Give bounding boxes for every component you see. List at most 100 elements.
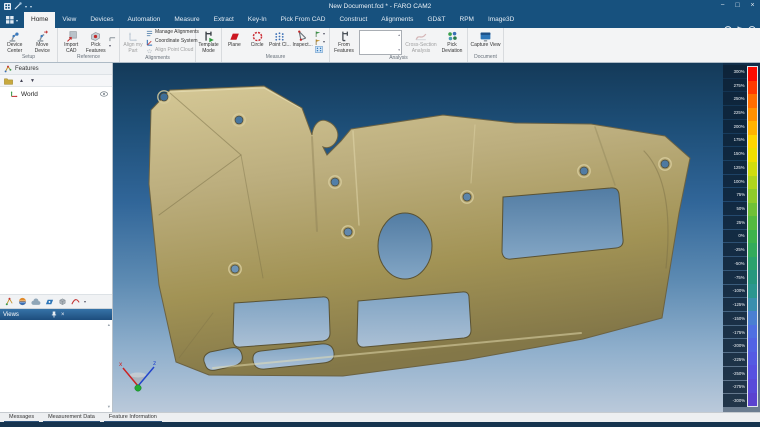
scale-label-row: 50%: [723, 202, 747, 215]
align-point-cloud-label: Align Point Cloud: [155, 48, 193, 54]
tab-measure[interactable]: Measure: [167, 12, 206, 28]
scale-label: 25%: [736, 220, 745, 225]
tab-view[interactable]: View: [55, 12, 83, 28]
scale-color-segment: [748, 94, 757, 108]
point-cloud-button[interactable]: Point Cl...: [269, 29, 292, 54]
scale-label-row: 125%: [723, 161, 747, 174]
views-close-icon[interactable]: ×: [61, 312, 109, 318]
bottom-tab-messages[interactable]: Messages: [3, 413, 40, 422]
part-model[interactable]: [113, 63, 760, 412]
capture-view-button[interactable]: Capture View: [469, 29, 502, 54]
scale-label-row: -225%: [723, 353, 747, 366]
ribbon-tabs: HomeViewDevicesAutomationMeasureExtractK…: [24, 12, 521, 28]
listbox-scroll-down[interactable]: ▾: [398, 48, 400, 52]
cloud-icon[interactable]: [31, 298, 41, 306]
align-point-cloud-button[interactable]: Align Point Cloud: [146, 47, 199, 55]
scale-label-row: 0%: [723, 230, 747, 243]
axis-origin-sphere: [135, 385, 141, 391]
scale-color-segment: [748, 243, 757, 257]
manage-alignments-icon: [146, 30, 153, 37]
measure-option-1-button[interactable]: ▾: [315, 30, 328, 37]
tab-extract[interactable]: Extract: [207, 12, 241, 28]
features-panel-title: Features: [15, 66, 39, 72]
tab-devices[interactable]: Devices: [83, 12, 120, 28]
scale-label-row: -275%: [723, 381, 747, 394]
inspect-label: Inspect...: [292, 43, 312, 49]
circle-button[interactable]: Circle: [246, 29, 269, 54]
inspect-button[interactable]: Inspect...: [291, 29, 314, 54]
move-device-button[interactable]: Move Device: [29, 29, 57, 54]
tab-pick-from-cad[interactable]: Pick From CAD: [274, 12, 333, 28]
sort-up-button[interactable]: ▲: [19, 78, 24, 84]
folder-icon[interactable]: [4, 77, 13, 85]
measure-option-2-dropdown[interactable]: ▾: [323, 39, 325, 44]
analysis-listbox[interactable]: ▴ ▾: [359, 30, 402, 55]
tab-automation[interactable]: Automation: [120, 12, 167, 28]
sort-down-button[interactable]: ▼: [30, 78, 35, 84]
align-my-part-button[interactable]: Align my Part: [121, 29, 145, 55]
file-menu-button[interactable]: ▾: [0, 12, 24, 28]
ribbon-group-document: Capture View Document: [468, 28, 504, 62]
window-title: New Document.fcd * - FARO CAM2: [0, 3, 760, 10]
listbox-scroll-up[interactable]: ▴: [398, 33, 400, 37]
pick-features-button[interactable]: Pick Features: [84, 29, 109, 54]
eye-icon[interactable]: [100, 91, 108, 97]
strip-dropdown[interactable]: ▾: [84, 299, 86, 304]
measure-option-3-button[interactable]: [315, 46, 328, 53]
views-panel-body[interactable]: ▴ ▾: [0, 320, 112, 412]
scale-label: -100%: [733, 288, 745, 293]
scale-label-row: 300%: [723, 65, 747, 78]
world-axis-icon: [10, 90, 18, 98]
tab-home[interactable]: Home: [24, 12, 55, 28]
device-center-button[interactable]: Device Center: [1, 29, 29, 54]
tab-gd-t[interactable]: GD&T: [420, 12, 452, 28]
plane-small-icon[interactable]: [45, 297, 54, 306]
scale-color-segment: [748, 257, 757, 271]
reference-options-dropdown[interactable]: ▾: [109, 43, 118, 48]
scale-label: -225%: [733, 357, 745, 362]
coordinate-system-button[interactable]: Coordinate System: [146, 38, 199, 46]
bottom-tab-feature-information[interactable]: Feature Information: [103, 413, 163, 422]
sphere-icon[interactable]: [18, 297, 27, 306]
viewport-3d[interactable]: x z 300%275%250%225%200%175%150%125%100%…: [113, 63, 760, 412]
pin-icon[interactable]: [51, 311, 57, 318]
tab-construct[interactable]: Construct: [332, 12, 374, 28]
curve-icon[interactable]: [71, 297, 80, 306]
pick-deviation-button[interactable]: Pick Deviation: [438, 29, 466, 55]
scale-label: -25%: [735, 247, 745, 252]
tree-item-world[interactable]: World: [0, 87, 112, 98]
bottom-tab-measurement-data[interactable]: Measurement Data: [42, 413, 101, 422]
part-center-hole: [378, 213, 432, 279]
circle-label: Circle: [251, 43, 264, 49]
tab-alignments[interactable]: Alignments: [374, 12, 420, 28]
app-menu-icon: [6, 16, 14, 24]
tab-key-in[interactable]: Key-In: [241, 12, 274, 28]
ribbon-tab-row: ▾ HomeViewDevicesAutomationMeasureExtrac…: [0, 12, 760, 28]
reference-options-icon[interactable]: [109, 36, 118, 42]
close-button[interactable]: ×: [745, 0, 760, 12]
template-mode-button[interactable]: Template Mode: [197, 29, 220, 54]
scale-color-segment: [748, 67, 757, 81]
cube-icon[interactable]: [58, 297, 67, 306]
cross-section-analysis-button[interactable]: Cross-Section Analysis: [404, 29, 438, 55]
group-label-analysis: Analysis: [330, 55, 467, 62]
views-panel-header[interactable]: Views ×: [0, 309, 112, 320]
axes-small-icon[interactable]: [5, 297, 14, 306]
ribbon: Device Center Move Device Setup Import C…: [0, 28, 760, 63]
views-scroll-down[interactable]: ▾: [108, 404, 110, 410]
scale-color-segment: [748, 108, 757, 122]
part-bottom-mid-opening: [357, 292, 471, 347]
measure-option-1-dropdown[interactable]: ▾: [323, 31, 325, 36]
minimize-button[interactable]: −: [715, 0, 730, 12]
measure-option-2-button[interactable]: ▾: [315, 38, 328, 45]
from-features-button[interactable]: From Features: [331, 29, 357, 55]
scale-color-segment: [748, 365, 757, 379]
tab-rpm[interactable]: RPM: [453, 12, 481, 28]
tab-image3d[interactable]: Image3D: [481, 12, 521, 28]
restore-button[interactable]: □: [730, 0, 745, 12]
plane-button[interactable]: Plane: [223, 29, 246, 54]
file-menu-caret: ▾: [16, 18, 18, 23]
import-cad-button[interactable]: Import CAD: [59, 29, 84, 54]
manage-alignments-button[interactable]: Manage Alignments: [146, 29, 199, 37]
views-scroll-up[interactable]: ▴: [108, 322, 110, 328]
